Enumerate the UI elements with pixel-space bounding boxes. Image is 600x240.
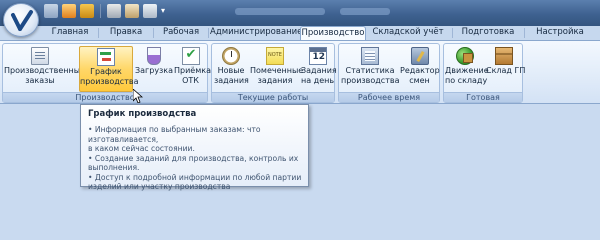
production-orders-button[interactable]: Производственные заказы	[4, 46, 85, 92]
tab-separator	[208, 28, 209, 38]
app-logo-icon	[11, 10, 33, 31]
tab-separator	[153, 28, 154, 38]
loading-button[interactable]: Загрузка	[135, 46, 173, 92]
production-stats-button[interactable]: Статистика производства	[341, 46, 399, 92]
new-tasks-label-2: задания	[214, 76, 249, 85]
schedule-chart-icon	[97, 48, 115, 66]
production-orders-label-2: заказы	[25, 76, 55, 85]
tab-edit[interactable]: Правка	[103, 26, 149, 40]
warehouse-movement-button[interactable]: Движение по складу	[445, 46, 489, 92]
qat-folder-icon[interactable]	[80, 4, 94, 18]
tab-separator	[452, 28, 453, 38]
qc-acceptance-button[interactable]: Приёмка ОТК	[174, 46, 211, 92]
group-finished-goods-label: Готовая продукция	[444, 92, 522, 112]
tab-work[interactable]: Рабочая	[158, 26, 204, 40]
loading-label-1: Загрузка	[135, 66, 174, 75]
new-tasks-label-1: Новые	[217, 66, 245, 75]
finished-goods-warehouse-button[interactable]: Склад ГП	[486, 46, 526, 92]
tooltip-production-schedule: График производства • Информация по выбр…	[80, 104, 309, 191]
tooltip-title: График производства	[88, 109, 197, 119]
tab-preparation[interactable]: Подготовка	[456, 26, 520, 40]
flagged-tasks-label-1: Помеченные	[250, 66, 304, 75]
qat-save-icon[interactable]	[107, 4, 121, 18]
quick-access-toolbar: ▾	[44, 4, 165, 18]
tab-separator	[524, 28, 525, 38]
clock-icon	[222, 47, 240, 65]
production-schedule-button[interactable]: График производства	[79, 46, 139, 92]
ribbon-tab-row: Главная Правка Рабочая Администрирование…	[0, 26, 600, 41]
new-tasks-button[interactable]: Новые задания	[214, 46, 249, 92]
group-working-time: Статистика производства Редактор смен Ра…	[338, 43, 440, 103]
tab-administration[interactable]: Администрирование	[210, 26, 302, 40]
qat-paint-icon[interactable]	[62, 4, 76, 18]
daily-tasks-label-2: на день	[301, 76, 335, 85]
production-schedule-label-2: производства	[80, 77, 139, 86]
flagged-tasks-button[interactable]: Помеченные задания	[250, 46, 304, 92]
note-icon	[266, 47, 284, 65]
tab-home[interactable]: Главная	[46, 26, 94, 40]
tab-separator	[98, 28, 99, 38]
group-production: Производственные заказы График производс…	[2, 43, 211, 103]
warehouse-movement-label-1: Движение	[445, 66, 489, 75]
app-menu-button[interactable]	[3, 3, 39, 37]
production-stats-label-1: Статистика	[345, 66, 395, 75]
shift-editor-icon	[410, 47, 429, 65]
window-title-redacted	[235, 8, 325, 15]
ribbon-panel: Производственные заказы График производс…	[0, 40, 600, 112]
production-stats-label-2: производства	[341, 76, 400, 85]
warehouse-movement-label-2: по складу	[445, 76, 488, 85]
group-current-work: Новые задания Помеченные задания Задания…	[211, 43, 337, 103]
shift-editor-label-1: Редактор	[400, 66, 440, 75]
daily-tasks-button[interactable]: Задания на день	[301, 46, 337, 92]
group-working-time-label: Рабочее время	[339, 92, 439, 102]
qat-print-icon[interactable]	[125, 4, 139, 18]
tab-settings[interactable]: Настройка	[530, 26, 590, 40]
mouse-cursor-icon	[133, 89, 143, 103]
statistics-icon	[361, 47, 379, 65]
finished-goods-warehouse-label-1: Склад ГП	[486, 66, 526, 75]
warehouse-move-icon	[456, 47, 474, 65]
group-production-label: Производство	[3, 92, 207, 102]
box-icon	[495, 47, 513, 65]
tab-production[interactable]: Производство	[300, 26, 366, 41]
tooltip-line: выполнения.	[88, 163, 140, 172]
qat-tools-icon[interactable]	[44, 4, 58, 18]
tooltip-line: • Доступ к подробной информации по любой…	[88, 172, 302, 182]
orders-doc-icon	[31, 47, 49, 65]
qat-copy-icon[interactable]	[143, 4, 157, 18]
tab-warehouse[interactable]: Складской учёт	[368, 26, 448, 40]
qc-acceptance-label-2: ОТК	[182, 76, 199, 85]
tooltip-line: • Информация по выбранным заказам: что и…	[88, 125, 261, 144]
qc-acceptance-label-1: Приёмка	[174, 66, 211, 75]
acceptance-check-icon	[181, 47, 200, 65]
tooltip-line: в каком сейчас состоянии.	[88, 144, 195, 153]
qat-more-icon[interactable]: ▾	[161, 4, 165, 18]
daily-tasks-label-1: Задания	[301, 66, 337, 75]
tooltip-line: • Создание заданий для производства, кон…	[88, 153, 299, 163]
group-finished-goods: Движение по складу Склад ГП Готовая прод…	[443, 43, 526, 112]
group-current-work-label: Текущие работы	[212, 92, 334, 102]
production-orders-label-1: Производственные	[4, 66, 85, 75]
calendar-icon	[308, 47, 327, 65]
window-title-redacted-2	[340, 8, 390, 15]
loading-flask-icon	[147, 47, 161, 65]
tooltip-line: изделий или участку производства	[88, 182, 231, 191]
shift-editor-button[interactable]: Редактор смен	[400, 46, 440, 92]
title-bar: ▾	[0, 0, 600, 26]
shift-editor-label-2: смен	[409, 76, 430, 85]
qat-separator	[100, 4, 101, 18]
flagged-tasks-label-2: задания	[257, 76, 293, 85]
production-schedule-label-1: График	[90, 67, 122, 76]
